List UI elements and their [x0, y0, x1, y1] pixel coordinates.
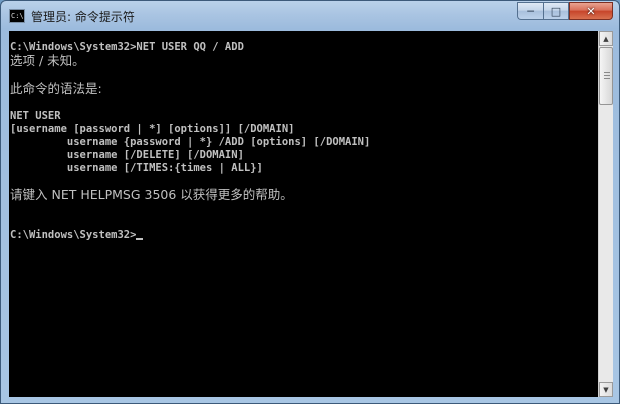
console-line: username {password | *} /ADD [options] [… — [10, 136, 371, 148]
scrollbar-thumb[interactable] — [599, 47, 613, 105]
caption-buttons: ─ □ ✕ — [517, 2, 613, 21]
console-output-area[interactable]: C:\Windows\System32>NET USER QQ / ADD 选项… — [9, 31, 598, 397]
maximize-button[interactable]: □ — [543, 2, 569, 20]
grip-line — [604, 75, 610, 76]
console-prompt: C:\Windows\System32> — [10, 229, 137, 241]
console-line: [username [password | *] [options]] [/DO… — [10, 123, 295, 135]
window-title: 管理员: 命令提示符 — [31, 10, 135, 24]
console-line: 请键入 NET HELPMSG 3506 以获得更多的帮助。 — [10, 187, 293, 202]
cmd-icon[interactable]: C:\ — [9, 9, 25, 23]
minimize-button[interactable]: ─ — [517, 2, 543, 20]
console-text: C:\Windows\System32>NET USER QQ / ADD 选项… — [10, 41, 370, 242]
vertical-scrollbar[interactable]: ▲ ▼ — [598, 31, 613, 397]
console-line: username [/DELETE] [/DOMAIN] — [10, 149, 244, 161]
text-cursor — [136, 238, 144, 240]
console-line: NET USER — [10, 110, 61, 122]
console-line: 此命令的语法是: — [10, 81, 102, 96]
arrow-down-icon[interactable]: ▼ — [599, 382, 613, 397]
arrow-up-icon[interactable]: ▲ — [599, 31, 613, 46]
console-line: username [/TIMES:{times | ALL}] — [10, 162, 263, 174]
console-line: 选项 / 未知。 — [10, 53, 85, 68]
grip-line — [604, 78, 610, 79]
grip-line — [604, 72, 610, 73]
command-prompt-window: C:\ 管理员: 命令提示符 ─ □ ✕ C:\Windows\System32… — [0, 0, 620, 404]
close-button[interactable]: ✕ — [569, 2, 613, 20]
title-bar[interactable]: C:\ 管理员: 命令提示符 ─ □ ✕ — [1, 1, 619, 31]
console-line: C:\Windows\System32>NET USER QQ / ADD — [10, 41, 244, 53]
